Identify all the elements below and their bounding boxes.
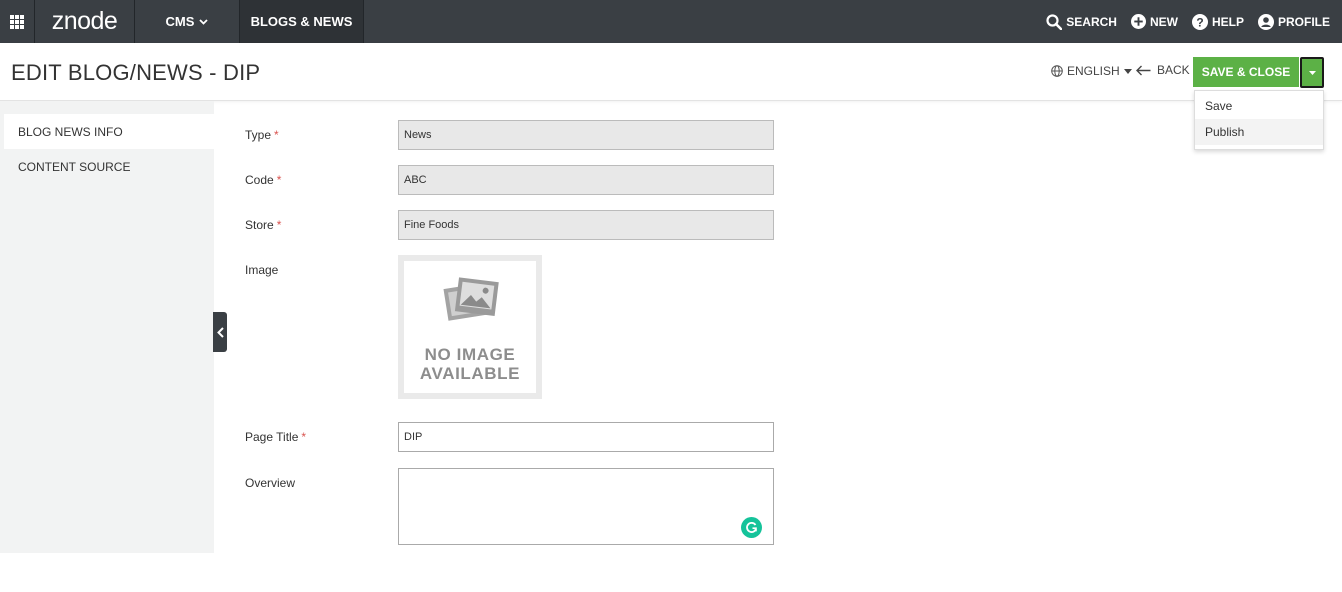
help-label: HELP <box>1211 14 1244 29</box>
language-label: ENGLISH <box>1067 64 1120 78</box>
menu-item-publish[interactable]: Publish <box>1195 119 1323 145</box>
sidebar-item-label: BLOG NEWS INFO <box>18 124 123 139</box>
globe-icon <box>1051 65 1063 77</box>
menu-item-save[interactable]: Save <box>1195 93 1323 119</box>
app-menu-button[interactable] <box>0 0 35 43</box>
store-label-text: Store <box>245 218 274 232</box>
page-title-value: DIP <box>404 431 423 443</box>
top-navigation-bar: znode CMS BLOGS & NEWS SEARCH NEW ? HELP… <box>0 0 1342 43</box>
image-label: Image <box>245 263 278 277</box>
logo-text: znode <box>51 7 118 35</box>
caret-down-icon <box>1123 68 1132 74</box>
sidebar-item-blog-news-info[interactable]: BLOG NEWS INFO <box>4 114 214 149</box>
store-value: Fine Foods <box>404 219 460 231</box>
grammarly-icon <box>746 521 757 533</box>
code-field[interactable]: ABC <box>398 165 774 195</box>
chevron-left-icon <box>216 326 224 338</box>
grammarly-button[interactable] <box>741 517 762 538</box>
image-label-text: Image <box>245 263 279 277</box>
no-image-placeholder: NO IMAGE AVAILABLE <box>404 261 536 393</box>
image-placeholder-icon <box>443 277 499 321</box>
plus-circle-icon <box>1130 14 1146 29</box>
language-selector[interactable]: ENGLISH <box>1051 64 1136 78</box>
grid-icon <box>10 14 24 29</box>
sidebar-collapse-button[interactable] <box>213 312 227 352</box>
save-options-menu: Save Publish <box>1194 90 1324 150</box>
required-marker: * <box>274 128 279 142</box>
profile-label: PROFILE <box>1277 14 1330 29</box>
chevron-down-icon <box>199 18 209 25</box>
sidebar: BLOG NEWS INFO CONTENT SOURCE <box>0 101 214 553</box>
back-label: BACK <box>1157 63 1190 77</box>
store-field[interactable]: Fine Foods <box>398 210 774 240</box>
required-marker: * <box>276 218 282 232</box>
store-label: Store * <box>245 218 281 232</box>
save-and-close-button[interactable]: SAVE & CLOSE <box>1193 57 1299 87</box>
no-image-line-1: NO IMAGE <box>424 345 516 364</box>
no-image-text: NO IMAGE AVAILABLE <box>404 345 536 383</box>
page-title-input[interactable]: DIP <box>398 422 774 452</box>
caret-down-icon <box>1308 70 1316 75</box>
nav-actions: SEARCH NEW ? HELP PROFILE <box>1032 0 1342 43</box>
code-label: Code * <box>245 173 281 187</box>
search-label: SEARCH <box>1066 14 1117 29</box>
code-label-text: Code <box>245 173 274 187</box>
user-circle-icon <box>1257 13 1274 30</box>
page-title-label: Page Title * <box>245 430 306 444</box>
search-button[interactable]: SEARCH <box>1046 13 1117 30</box>
page-header: EDIT BLOG/NEWS - DIP ENGLISH BACK SAVE &… <box>0 43 1342 101</box>
code-value: ABC <box>404 174 427 186</box>
no-image-line-2: AVAILABLE <box>419 364 521 383</box>
overview-label: Overview <box>245 476 295 490</box>
cms-menu-label: CMS <box>165 14 195 29</box>
type-label: Type * <box>245 128 279 142</box>
profile-button[interactable]: PROFILE <box>1257 13 1330 30</box>
help-circle-icon: ? <box>1191 13 1208 30</box>
save-options-toggle[interactable] <box>1300 57 1324 88</box>
new-label: NEW <box>1149 14 1178 29</box>
back-button[interactable]: BACK <box>1136 63 1190 77</box>
page-title-label-text: Page Title <box>245 430 299 444</box>
type-label-text: Type <box>245 128 272 142</box>
required-marker: * <box>276 173 282 187</box>
cms-menu[interactable]: CMS <box>135 0 240 43</box>
znode-logo[interactable]: znode <box>35 0 135 43</box>
svg-text:?: ? <box>1196 15 1203 29</box>
search-icon <box>1046 13 1063 30</box>
type-field[interactable]: News <box>398 120 774 150</box>
sidebar-item-label: CONTENT SOURCE <box>18 159 131 174</box>
tab-blogs-news[interactable]: BLOGS & NEWS <box>240 0 364 43</box>
image-picker[interactable]: NO IMAGE AVAILABLE <box>398 255 542 399</box>
help-button[interactable]: ? HELP <box>1191 13 1244 30</box>
overview-label-text: Overview <box>245 476 296 490</box>
tab-blogs-news-label: BLOGS & NEWS <box>250 14 353 29</box>
arrow-left-icon <box>1136 65 1151 75</box>
sidebar-item-content-source[interactable]: CONTENT SOURCE <box>4 149 214 184</box>
page-title: EDIT BLOG/NEWS - DIP <box>11 60 261 85</box>
type-value: News <box>404 129 432 141</box>
overview-textarea[interactable] <box>398 468 774 545</box>
new-button[interactable]: NEW <box>1130 14 1178 29</box>
required-marker: * <box>301 430 307 444</box>
